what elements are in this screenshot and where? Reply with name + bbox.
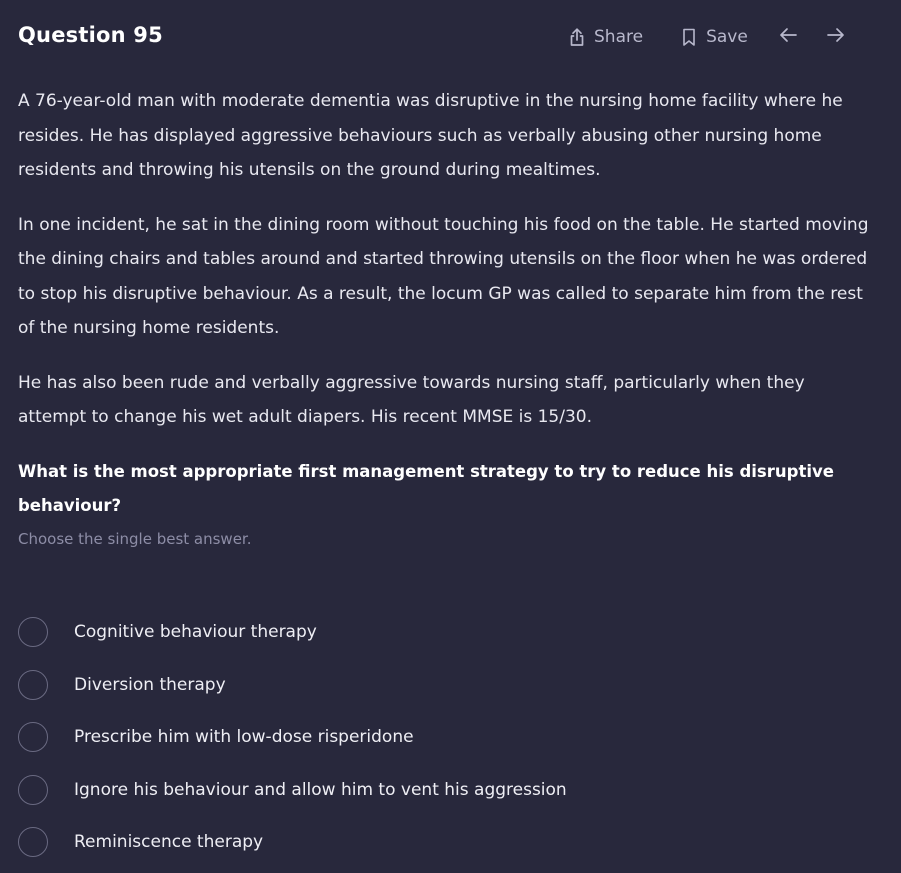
answer-option-label: Reminiscence therapy bbox=[74, 832, 264, 853]
question-prompt: What is the most appropriate first manag… bbox=[18, 461, 834, 516]
answer-option[interactable]: Prescribe him with low-dose risperidone bbox=[18, 711, 567, 764]
save-button[interactable]: Save bbox=[681, 27, 748, 47]
previous-question-button[interactable] bbox=[778, 26, 798, 48]
radio-button[interactable] bbox=[18, 617, 48, 648]
share-button[interactable]: Share bbox=[568, 27, 643, 47]
answer-option[interactable]: Reminiscence therapy bbox=[18, 816, 567, 869]
stem-paragraph: In one incident, he sat in the dining ro… bbox=[18, 214, 869, 339]
question-stem: A 76-year-old man with moderate dementia… bbox=[18, 84, 878, 550]
answer-instruction: Choose the single best answer. bbox=[18, 529, 252, 548]
radio-button[interactable] bbox=[18, 669, 48, 700]
next-question-button[interactable] bbox=[826, 26, 846, 48]
answer-option-label: Ignore his behaviour and allow him to ve… bbox=[74, 779, 567, 800]
header-actions: Share Save bbox=[566, 20, 846, 54]
answer-option[interactable]: Cognitive behaviour therapy bbox=[18, 606, 567, 659]
answer-option-label: Diversion therapy bbox=[74, 674, 226, 695]
share-label: Share bbox=[594, 27, 644, 47]
radio-button[interactable] bbox=[18, 774, 48, 805]
radio-button[interactable] bbox=[18, 722, 48, 753]
question-title: Question 95 bbox=[18, 23, 163, 47]
answer-option[interactable]: Diversion therapy bbox=[18, 659, 567, 712]
answer-option[interactable]: Ignore his behaviour and allow him to ve… bbox=[18, 764, 567, 817]
save-label: Save bbox=[706, 27, 748, 47]
bookmark-icon bbox=[681, 27, 697, 47]
answer-options: Cognitive behaviour therapy Diversion th… bbox=[18, 606, 567, 869]
stem-paragraph: He has also been rude and verbally aggre… bbox=[18, 372, 805, 428]
arrow-left-icon bbox=[778, 26, 798, 48]
stem-paragraph: A 76-year-old man with moderate dementia… bbox=[18, 91, 843, 180]
radio-button[interactable] bbox=[18, 827, 48, 858]
answer-option-label: Cognitive behaviour therapy bbox=[74, 622, 317, 643]
arrow-right-icon bbox=[826, 26, 846, 48]
answer-option-label: Prescribe him with low-dose risperidone bbox=[74, 727, 414, 748]
question-header: Question 95 Share Save bbox=[18, 20, 901, 54]
share-icon bbox=[568, 27, 586, 47]
